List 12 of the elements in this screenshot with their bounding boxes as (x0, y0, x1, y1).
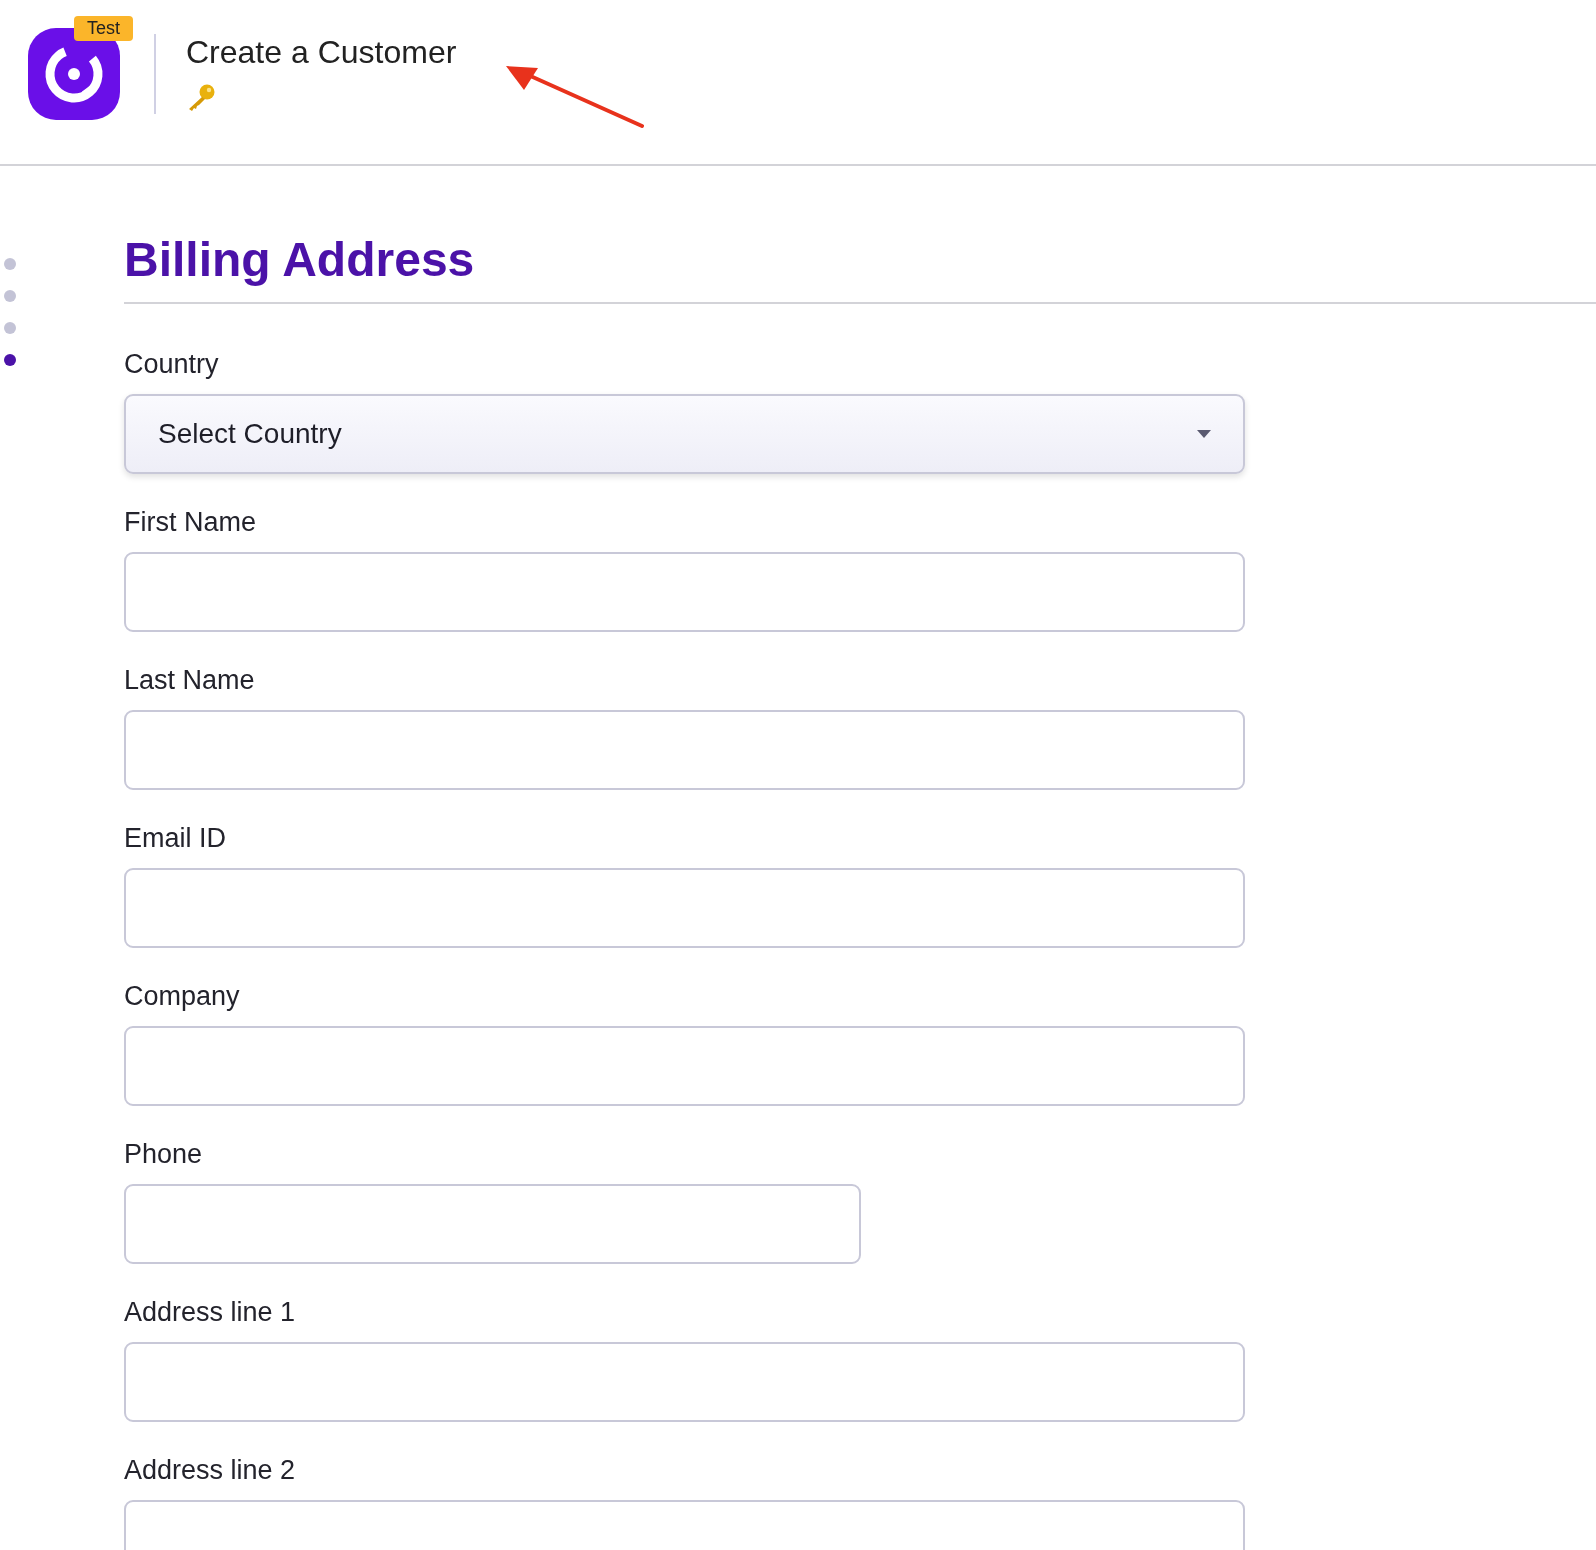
field-label: Address line 2 (124, 1454, 296, 1486)
country-select[interactable]: Select Country (124, 394, 1245, 474)
test-badge: Test (74, 16, 133, 41)
page-title: Create a Customer (186, 34, 457, 71)
field-label: Company (124, 980, 240, 1012)
field-label: Country (124, 348, 219, 380)
field-label: Email ID (124, 822, 226, 854)
section-heading: Billing Address (124, 232, 476, 288)
field-label: First Name (124, 506, 256, 538)
field-label: Last Name (124, 664, 255, 696)
field-label: Address line 1 (124, 1296, 296, 1328)
field-label: Phone (124, 1138, 203, 1170)
